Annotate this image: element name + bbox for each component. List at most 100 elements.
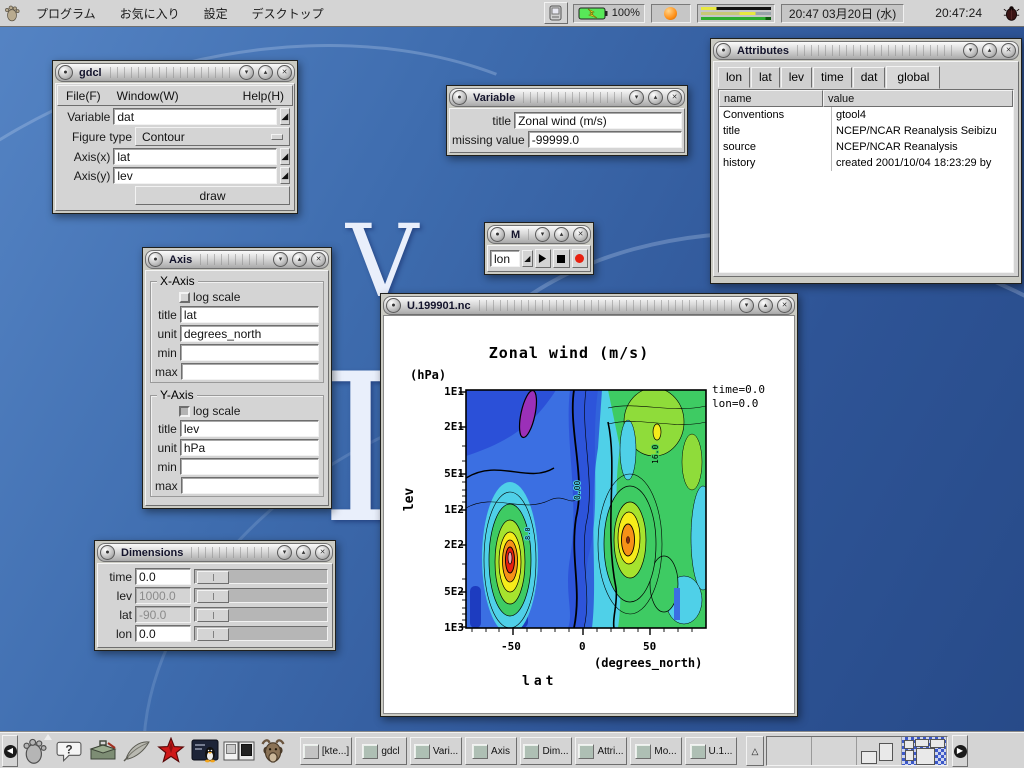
panel-hide-right-button[interactable]: ▶ — [952, 735, 968, 767]
title-entry[interactable] — [514, 112, 682, 129]
window-menu-button[interactable]: ● — [58, 65, 73, 80]
pager-desktop-1[interactable] — [767, 737, 812, 765]
close-button[interactable]: ✕ — [667, 90, 682, 105]
launcher-gnu[interactable] — [256, 735, 290, 767]
minimize-button[interactable]: ▾ — [239, 65, 254, 80]
tab-lat[interactable]: lat — [751, 67, 780, 88]
table-row[interactable]: source NCEP/NCAR Reanalysis — [719, 139, 1013, 155]
pager-desktop-3[interactable] — [857, 737, 902, 765]
tab-lon[interactable]: lon — [718, 67, 750, 88]
draw-button[interactable]: draw — [135, 186, 290, 205]
task-kterm[interactable]: [kte...] — [300, 737, 352, 765]
y-max-entry[interactable] — [181, 477, 319, 494]
dropdown-arrow-icon[interactable]: ◢ — [280, 148, 290, 165]
window-plot[interactable]: ● U.199901.nc ▾ ▴ ✕ Zonal wind (m/s) (hP… — [380, 293, 798, 717]
pager-desktop-2[interactable] — [812, 737, 857, 765]
close-button[interactable]: ✕ — [573, 227, 588, 242]
device-applet-icon[interactable] — [544, 2, 568, 24]
lat-slider[interactable] — [194, 607, 328, 622]
window-axis[interactable]: ● Axis ▾ ▴ ✕ X-Axis log scale title unit… — [142, 247, 332, 509]
table-row[interactable]: title NCEP/NCAR Reanalysis Seibizu — [719, 123, 1013, 139]
menu-file[interactable]: File(F) — [58, 89, 109, 103]
window-variable[interactable]: ● Variable ▾ ▴ ✕ title missing value — [446, 85, 688, 156]
window-menu-button[interactable]: ● — [490, 227, 505, 242]
tab-dat[interactable]: dat — [853, 67, 886, 88]
load-meter-applet[interactable] — [697, 4, 775, 23]
window-menu-button[interactable]: ● — [100, 545, 115, 560]
titlebar-plot[interactable]: ● U.199901.nc ▾ ▴ ✕ — [383, 296, 795, 315]
task-monitor[interactable]: Mo... — [630, 737, 682, 765]
close-button[interactable]: ✕ — [1001, 43, 1016, 58]
menu-help[interactable]: Help(H) — [235, 89, 292, 103]
modem-applet[interactable] — [651, 4, 691, 23]
maximize-button[interactable]: ▴ — [258, 65, 273, 80]
figure-type-optionmenu[interactable]: Contour — [135, 127, 290, 146]
dimension-combo-entry[interactable] — [490, 250, 520, 267]
task-plot[interactable]: U.1... — [685, 737, 737, 765]
x-log-scale-checkbox[interactable] — [179, 292, 190, 303]
variable-combo-entry[interactable] — [113, 108, 276, 125]
minimize-button[interactable]: ▾ — [963, 43, 978, 58]
maximize-button[interactable]: ▴ — [554, 227, 569, 242]
maximize-button[interactable]: ▴ — [648, 90, 663, 105]
task-variable[interactable]: Vari... — [410, 737, 462, 765]
y-log-scale-checkbox[interactable] — [179, 406, 190, 417]
window-monitor[interactable]: ● M ▾ ▴ ✕ ◢ — [484, 222, 594, 275]
dropdown-arrow-icon[interactable]: ◢ — [522, 250, 533, 267]
launcher-quill[interactable] — [120, 735, 154, 767]
close-button[interactable]: ✕ — [777, 298, 792, 313]
slider-handle[interactable] — [197, 628, 229, 641]
slider-handle[interactable] — [197, 609, 229, 622]
window-dimensions[interactable]: ● Dimensions ▾ ▴ ✕ time lev lat — [94, 540, 336, 651]
task-gdcl[interactable]: gdcl — [355, 737, 407, 765]
maximize-button[interactable]: ▴ — [296, 545, 311, 560]
titlebar-axis[interactable]: ● Axis ▾ ▴ ✕ — [145, 250, 329, 269]
pager-arrow-button[interactable]: △ — [746, 736, 764, 766]
titlebar-attributes[interactable]: ● Attributes ▾ ▴ ✕ — [713, 41, 1019, 60]
task-attributes[interactable]: Attri... — [575, 737, 627, 765]
launcher-displays[interactable] — [222, 735, 256, 767]
play-button[interactable] — [535, 249, 551, 268]
y-unit-entry[interactable] — [180, 439, 319, 456]
lev-slider[interactable] — [194, 588, 328, 603]
launcher-toolbox[interactable] — [86, 735, 120, 767]
bug-applet-icon[interactable] — [998, 2, 1024, 24]
record-button[interactable] — [572, 249, 588, 268]
column-header-value[interactable]: value — [823, 90, 1013, 107]
slider-handle[interactable] — [197, 590, 229, 603]
launcher-terminal[interactable] — [188, 735, 222, 767]
x-max-entry[interactable] — [181, 363, 319, 380]
menu-settings[interactable]: 設定 — [192, 0, 240, 26]
x-min-entry[interactable] — [180, 344, 319, 361]
maximize-button[interactable]: ▴ — [292, 252, 307, 267]
axis-y-combo-entry[interactable] — [113, 167, 276, 184]
table-row[interactable]: Conventions gtool4 — [719, 107, 1013, 123]
gnome-menu-icon[interactable] — [0, 2, 24, 24]
axis-x-combo-entry[interactable] — [113, 148, 276, 165]
titlebar-variable[interactable]: ● Variable ▾ ▴ ✕ — [449, 88, 685, 107]
dropdown-arrow-icon[interactable]: ◢ — [280, 167, 290, 184]
window-attributes[interactable]: ● Attributes ▾ ▴ ✕ lon lat lev time dat … — [710, 38, 1022, 284]
close-button[interactable]: ✕ — [315, 545, 330, 560]
lon-slider[interactable] — [194, 626, 328, 641]
time-slider[interactable] — [194, 569, 328, 584]
minimize-button[interactable]: ▾ — [629, 90, 644, 105]
close-button[interactable]: ✕ — [277, 65, 292, 80]
maximize-button[interactable]: ▴ — [758, 298, 773, 313]
panel-hide-left-button[interactable]: ◀ — [2, 735, 18, 767]
close-button[interactable]: ✕ — [311, 252, 326, 267]
menu-favorites[interactable]: お気に入り — [108, 0, 192, 26]
menu-desktop[interactable]: デスクトップ — [240, 0, 336, 26]
titlebar-dimensions[interactable]: ● Dimensions ▾ ▴ ✕ — [97, 543, 333, 562]
pager-desktop-4[interactable] — [902, 737, 947, 765]
x-title-entry[interactable] — [180, 306, 319, 323]
minimize-button[interactable]: ▾ — [739, 298, 754, 313]
titlebar-monitor[interactable]: ● M ▾ ▴ ✕ — [487, 225, 591, 244]
tab-time[interactable]: time — [813, 67, 852, 88]
dropdown-arrow-icon[interactable]: ◢ — [280, 108, 290, 125]
battery-applet[interactable]: 100% — [573, 4, 645, 23]
tab-lev[interactable]: lev — [781, 67, 812, 88]
window-menu-button[interactable]: ● — [452, 90, 467, 105]
minimize-button[interactable]: ▾ — [535, 227, 550, 242]
minimize-button[interactable]: ▾ — [277, 545, 292, 560]
